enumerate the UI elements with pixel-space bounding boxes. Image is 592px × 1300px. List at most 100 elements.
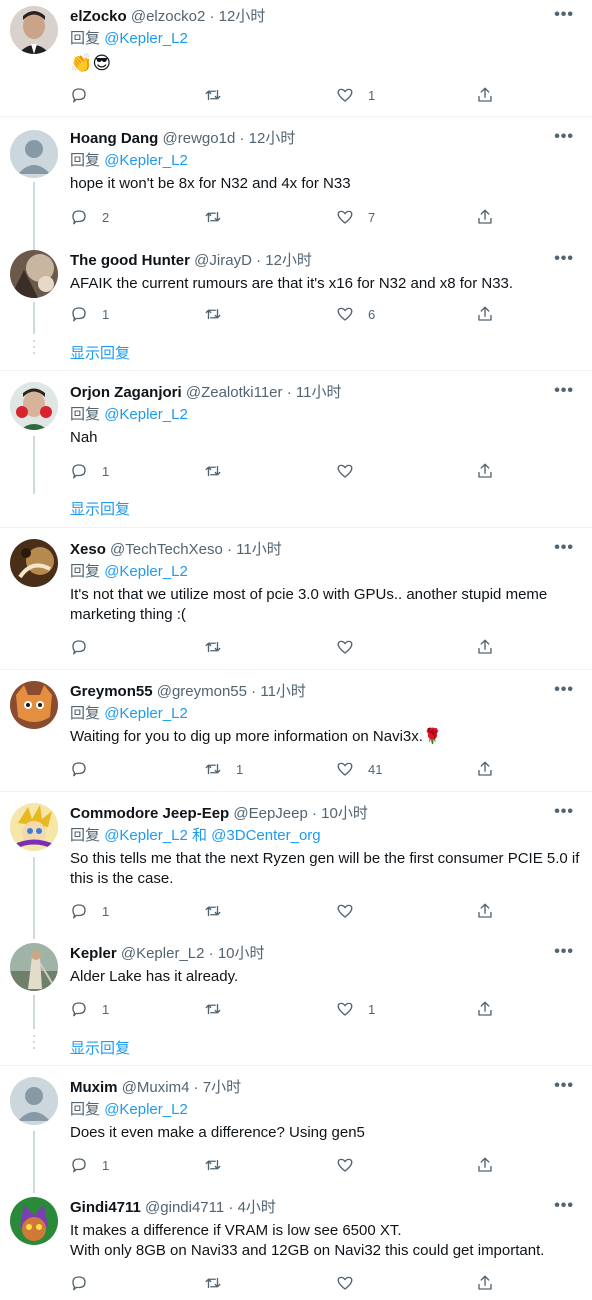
share-button[interactable]: [476, 461, 494, 481]
retweet-button[interactable]: [204, 1155, 236, 1175]
avatar[interactable]: [10, 1197, 58, 1245]
like-button[interactable]: [336, 901, 368, 921]
like-button[interactable]: 6: [336, 304, 375, 324]
author-name[interactable]: Kepler: [70, 945, 117, 962]
retweet-button[interactable]: [204, 207, 236, 227]
reply-button[interactable]: 1: [70, 1155, 109, 1175]
mention-link[interactable]: @Kepler_L2: [104, 705, 188, 722]
reply-button[interactable]: [70, 759, 102, 779]
share-button[interactable]: [476, 207, 494, 227]
reply-button[interactable]: 1: [70, 901, 109, 921]
author-name[interactable]: Gindi4711: [70, 1199, 141, 1216]
author-handle[interactable]: @EepJeep: [233, 805, 307, 822]
show-replies-link[interactable]: 显示回复: [70, 1037, 130, 1058]
share-button[interactable]: [476, 85, 494, 105]
more-icon[interactable]: •••: [554, 1197, 574, 1215]
retweet-button[interactable]: [204, 85, 236, 105]
mention-link[interactable]: @Kepler_L2: [104, 30, 188, 47]
avatar[interactable]: [10, 382, 58, 430]
author-handle[interactable]: @elzocko2: [131, 8, 205, 25]
reply-button[interactable]: 2: [70, 207, 109, 227]
like-button[interactable]: 1: [336, 999, 375, 1019]
share-button[interactable]: [476, 901, 494, 921]
author-handle[interactable]: @gindi4711: [145, 1199, 224, 1216]
avatar[interactable]: [10, 803, 58, 851]
reply-button[interactable]: [70, 637, 102, 657]
share-button[interactable]: [476, 304, 494, 324]
tweet[interactable]: Commodore Jeep-Eep @EepJeep · 10小时 ••• 回…: [0, 797, 592, 939]
tweet[interactable]: Hoang Dang @rewgo1d · 12小时 ••• 回复 @Keple…: [0, 122, 592, 252]
author-name[interactable]: The good Hunter: [70, 252, 190, 269]
reply-button[interactable]: 1: [70, 461, 109, 481]
retweet-button[interactable]: [204, 304, 236, 324]
share-button[interactable]: [476, 999, 494, 1019]
mention-link[interactable]: @Kepler_L2: [104, 563, 188, 580]
like-button[interactable]: [336, 461, 368, 481]
reply-button[interactable]: [70, 1273, 102, 1293]
more-icon[interactable]: •••: [554, 6, 574, 24]
author-name[interactable]: Greymon55: [70, 683, 153, 700]
author-handle[interactable]: @greymon55: [157, 683, 247, 700]
timestamp[interactable]: 12小时: [219, 8, 266, 25]
like-button[interactable]: 41: [336, 759, 382, 779]
timestamp[interactable]: 7小时: [203, 1079, 241, 1096]
mention-link[interactable]: @Kepler_L2: [104, 827, 188, 844]
tweet[interactable]: Orjon Zaganjori @Zealotki11er · 11小时 •••…: [0, 376, 592, 526]
share-button[interactable]: [476, 759, 494, 779]
reply-button[interactable]: 1: [70, 999, 109, 1019]
like-button[interactable]: [336, 1155, 368, 1175]
author-handle[interactable]: @Muxim4: [122, 1079, 190, 1096]
avatar[interactable]: [10, 130, 58, 178]
timestamp[interactable]: 11小时: [236, 541, 282, 558]
tweet[interactable]: Muxim @Muxim4 · 7小时 ••• 回复 @Kepler_L2 Do…: [0, 1071, 592, 1193]
share-button[interactable]: [476, 1273, 494, 1293]
mention-link[interactable]: @Kepler_L2: [104, 152, 188, 169]
more-icon[interactable]: •••: [554, 681, 574, 699]
avatar[interactable]: [10, 1077, 58, 1125]
author-handle[interactable]: @Kepler_L2: [121, 945, 205, 962]
reply-button[interactable]: 1: [70, 304, 109, 324]
retweet-button[interactable]: [204, 637, 236, 657]
tweet[interactable]: Kepler @Kepler_L2 · 10小时 ••• Alder Lake …: [0, 939, 592, 1065]
share-button[interactable]: [476, 637, 494, 657]
mention-link[interactable]: @Kepler_L2: [104, 406, 188, 423]
timestamp[interactable]: 10小时: [218, 945, 265, 962]
retweet-button[interactable]: [204, 1273, 236, 1293]
avatar[interactable]: [10, 681, 58, 729]
author-name[interactable]: Commodore Jeep-Eep: [70, 805, 229, 822]
author-handle[interactable]: @TechTechXeso: [110, 541, 223, 558]
author-name[interactable]: Muxim: [70, 1079, 118, 1096]
more-icon[interactable]: •••: [554, 382, 574, 400]
more-icon[interactable]: •••: [554, 1077, 574, 1095]
author-name[interactable]: Orjon Zaganjori: [70, 384, 182, 401]
more-icon[interactable]: •••: [554, 943, 574, 961]
author-handle[interactable]: @rewgo1d: [163, 130, 236, 147]
more-icon[interactable]: •••: [554, 250, 574, 268]
author-handle[interactable]: @JirayD: [194, 252, 252, 269]
retweet-button[interactable]: [204, 461, 236, 481]
timestamp[interactable]: 12小时: [249, 130, 296, 147]
timestamp[interactable]: 11小时: [260, 683, 306, 700]
more-icon[interactable]: •••: [554, 539, 574, 557]
retweet-button[interactable]: 1: [204, 759, 243, 779]
avatar[interactable]: [10, 943, 58, 991]
more-icon[interactable]: •••: [554, 128, 574, 146]
avatar[interactable]: [10, 6, 58, 54]
more-icon[interactable]: •••: [554, 803, 574, 821]
like-button[interactable]: 1: [336, 85, 375, 105]
tweet[interactable]: elZocko @elzocko2 · 12小时 ••• 回复 @Kepler_…: [0, 0, 592, 116]
timestamp[interactable]: 10小时: [321, 805, 368, 822]
tweet[interactable]: Xeso @TechTechXeso · 11小时 ••• 回复 @Kepler…: [0, 533, 592, 669]
like-button[interactable]: 7: [336, 207, 375, 227]
avatar[interactable]: [10, 250, 58, 298]
show-replies-link[interactable]: 显示回复: [70, 342, 130, 363]
share-button[interactable]: [476, 1155, 494, 1175]
tweet[interactable]: Greymon55 @greymon55 · 11小时 ••• 回复 @Kepl…: [0, 675, 592, 791]
avatar[interactable]: [10, 539, 58, 587]
author-name[interactable]: elZocko: [70, 8, 127, 25]
author-handle[interactable]: @Zealotki11er: [186, 384, 283, 401]
like-button[interactable]: [336, 1273, 368, 1293]
mention-link[interactable]: @Kepler_L2: [104, 1101, 188, 1118]
tweet[interactable]: The good Hunter @JirayD · 12小时 ••• AFAIK…: [0, 244, 592, 370]
timestamp[interactable]: 4小时: [238, 1199, 276, 1216]
